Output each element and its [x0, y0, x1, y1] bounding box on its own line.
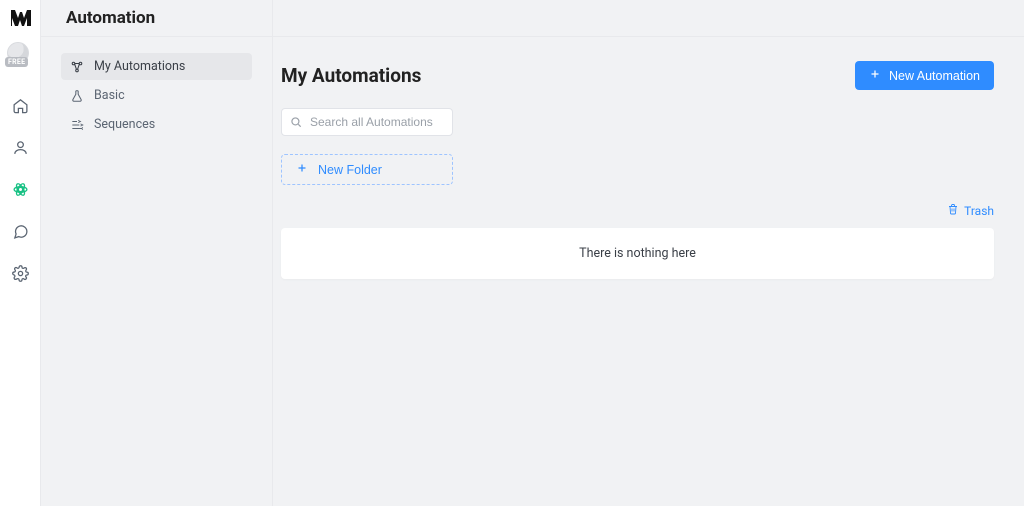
avatar[interactable]: FREE: [7, 42, 33, 68]
nav-messages[interactable]: [11, 222, 29, 240]
sidebar-item-label: My Automations: [94, 59, 185, 74]
sidebar-item-my-automations[interactable]: My Automations: [61, 53, 252, 80]
trash-icon: [947, 203, 959, 218]
nav-settings[interactable]: [11, 264, 29, 282]
search-icon: [289, 115, 303, 129]
plus-icon: [296, 162, 308, 177]
plan-badge: FREE: [5, 57, 28, 67]
nav-rail: FREE: [0, 0, 41, 506]
nav-home[interactable]: [11, 96, 29, 114]
sidebar-item-basic[interactable]: Basic: [61, 82, 252, 109]
main-area: My Automations New Automation Ne: [273, 0, 1024, 506]
search-wrap: [281, 108, 453, 136]
button-label: New Folder: [318, 163, 382, 177]
sidebar-item-label: Basic: [94, 88, 125, 103]
sidebar-item-label: Sequences: [94, 117, 155, 132]
empty-state: There is nothing here: [281, 228, 994, 279]
page-title: My Automations: [281, 64, 421, 87]
trash-label: Trash: [964, 204, 994, 218]
section-title: Automation: [66, 8, 155, 28]
plus-icon: [869, 68, 881, 83]
main-header-strip: [273, 0, 1024, 37]
workflow-icon: [70, 60, 84, 74]
app-logo[interactable]: [8, 6, 32, 30]
nav-contacts[interactable]: [11, 138, 29, 156]
nav-automation[interactable]: [11, 180, 29, 198]
flask-icon: [70, 89, 84, 103]
new-folder-button[interactable]: New Folder: [281, 154, 453, 185]
sequence-icon: [70, 118, 84, 132]
empty-message: There is nothing here: [579, 246, 696, 261]
section-header: Automation: [41, 0, 272, 37]
sidebar: Automation My Automations Basic Sequence…: [41, 0, 273, 506]
trash-link[interactable]: Trash: [947, 203, 994, 218]
sidebar-item-sequences[interactable]: Sequences: [61, 111, 252, 138]
search-input[interactable]: [281, 108, 453, 136]
new-automation-button[interactable]: New Automation: [855, 61, 994, 90]
button-label: New Automation: [889, 69, 980, 83]
